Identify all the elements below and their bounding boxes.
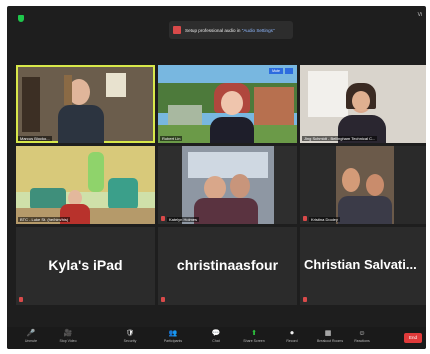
video-tile-3[interactable]: Jing Schmidt - Bellingham Technical C... [300, 65, 426, 143]
video-tile-8[interactable]: christinaasfour [158, 227, 297, 305]
participant-face-2 [366, 174, 384, 196]
participant-display-name: Christian Salvati... [304, 257, 417, 272]
participant-face-1 [342, 168, 360, 192]
participants-icon: 👥 [168, 330, 178, 337]
chat-button[interactable]: 💬 Chat [205, 329, 227, 343]
reactions-button[interactable]: ☺ Reactions [351, 329, 373, 343]
participant-name: Katelyn Holmes [167, 217, 200, 222]
participants-button[interactable]: 👥 Participants [162, 329, 184, 343]
muted-mic-icon [303, 297, 307, 302]
audio-notice-icon [173, 26, 181, 34]
share-screen-button[interactable]: ⬆ Share Screen [243, 329, 265, 343]
video-tile-9[interactable]: Christian Salvati... [300, 227, 426, 305]
video-tile-4[interactable]: BTC - Luke St. (he/him/his) [16, 146, 155, 224]
muted-mic-icon [19, 297, 23, 302]
window [308, 71, 348, 117]
share-screen-icon: ⬆ [251, 330, 257, 337]
video-camera-icon: 🎥 [63, 330, 73, 337]
participant-name: Jing Schmidt - Bellingham Technical C... [302, 136, 378, 141]
video-tile-6[interactable]: Kristina Dooley [300, 146, 426, 224]
muted-mic-icon [161, 216, 165, 221]
participant-display-name: christinaasfour [176, 257, 279, 273]
poster [106, 73, 126, 97]
meeting-toolbar: 🎤 Unmute 🎥 Stop Video 🛡 Security 👥 Parti… [7, 327, 426, 349]
more-options-icon[interactable] [285, 68, 293, 74]
hair [64, 75, 72, 105]
zoom-window: Vi Setup professional audio in "Audio Se… [7, 6, 426, 349]
audio-settings-link[interactable]: "Audio Settings" [242, 28, 275, 33]
muted-mic-icon [161, 297, 165, 302]
participant-name: Robert Lin [160, 136, 183, 141]
mute-badge[interactable]: Mute [269, 68, 283, 74]
end-meeting-button[interactable]: End [404, 333, 422, 343]
participant-name: Kristina Dooley [309, 217, 340, 222]
participant-name: Marcus Blocko... [18, 136, 52, 141]
cartoon-armchair [108, 178, 138, 210]
shield-icon: 🛡 [125, 330, 135, 337]
microphone-icon: 🎤 [26, 330, 36, 337]
breakout-rooms-icon: ▦ [324, 330, 332, 337]
participant-display-name: Kyla's iPad [48, 257, 123, 273]
brick-building [254, 87, 294, 127]
record-icon: ⏺ [290, 330, 294, 337]
security-shield-icon[interactable] [18, 15, 24, 22]
breakout-rooms-button[interactable]: ▦ Breakout Rooms [317, 329, 343, 343]
view-button[interactable]: Vi [418, 12, 422, 18]
video-tile-1[interactable]: Marcus Blocko... [16, 65, 155, 143]
muted-mic-icon [303, 216, 307, 221]
video-tile-2[interactable]: Mute Robert Lin [158, 65, 297, 143]
participant-face-front [221, 91, 243, 115]
video-tile-5[interactable]: Katelyn Holmes [158, 146, 297, 224]
audio-settings-notice[interactable]: Setup professional audio in "Audio Setti… [169, 21, 293, 39]
video-tile-7[interactable]: Kyla's iPad [16, 227, 155, 305]
participant-face-1 [204, 176, 226, 200]
stop-video-button[interactable]: 🎥 Stop Video [57, 329, 79, 343]
participant-face-2 [230, 174, 250, 198]
unmute-button[interactable]: 🎤 Unmute [20, 329, 42, 343]
participant-body [58, 105, 104, 143]
security-button[interactable]: 🛡 Security [119, 329, 141, 343]
cartoon-character [88, 152, 104, 192]
participant-body [194, 198, 258, 224]
participant-face-front [352, 91, 370, 111]
chat-icon: 💬 [211, 330, 221, 337]
reactions-icon: ☺ [358, 330, 366, 337]
bookshelf [22, 77, 40, 132]
audio-notice-text: Setup professional audio in "Audio Setti… [185, 27, 275, 33]
participant-body [210, 117, 254, 143]
record-button[interactable]: ⏺ Record [281, 329, 303, 343]
participant-name: BTC - Luke St. (he/him/his) [18, 217, 71, 222]
participant-body [338, 196, 392, 224]
window-sky [188, 152, 268, 178]
